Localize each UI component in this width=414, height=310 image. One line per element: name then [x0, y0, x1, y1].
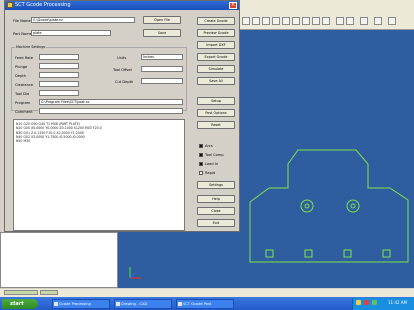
- right-button-2[interactable]: Import DXF: [197, 41, 235, 49]
- help-button[interactable]: Help: [197, 195, 235, 203]
- option-field-1[interactable]: [39, 63, 79, 69]
- check-rapid-label: Rapid: [205, 171, 216, 175]
- right-button-6[interactable]: Setup: [197, 97, 235, 105]
- check-arcs[interactable]: [199, 144, 203, 148]
- toolbar-extend-icon[interactable]: [346, 17, 354, 25]
- check-rapid[interactable]: [199, 171, 203, 175]
- taskbar-item-label: Gcode Processing: [59, 302, 91, 306]
- option-label-2: Depth: [15, 74, 26, 78]
- hole-left-center: [304, 203, 310, 209]
- check-lead-in-label: Lead In: [205, 162, 219, 166]
- app-icon: [178, 302, 182, 306]
- plate-outline: [249, 149, 409, 263]
- slot-4: [382, 249, 391, 258]
- app-icon: [54, 302, 58, 306]
- gcode-dialog: SCT Gcode Processing × File Name C:\Gcod…: [4, 0, 240, 232]
- tray-alert-icon[interactable]: [364, 300, 369, 305]
- option-field-3[interactable]: [39, 81, 79, 87]
- open-file-button[interactable]: Open File: [143, 16, 181, 24]
- right-button-4[interactable]: Simulate: [197, 65, 235, 73]
- check-tool-comp-label: Tool Comp: [205, 153, 224, 157]
- output-line: N50 M30: [16, 139, 31, 144]
- units-label: Units: [117, 56, 127, 60]
- file-name-label: File Name: [13, 19, 31, 23]
- comment-field[interactable]: [39, 108, 183, 114]
- file-name-field[interactable]: C:\Gcode\plate.nc: [31, 17, 135, 23]
- slot-1: [265, 249, 274, 258]
- program-field[interactable]: C:\Program Files\SCT\post.nc: [39, 99, 183, 105]
- hole-right-center: [350, 203, 356, 209]
- taskbar-item-label: SCT Gcode Post: [183, 302, 212, 306]
- cut-depth-label: Cut Depth: [115, 80, 134, 84]
- option-label-0: Feed Rate: [15, 56, 33, 60]
- slot-3: [343, 249, 352, 258]
- toolbar-line-icon[interactable]: [252, 17, 260, 25]
- axis-triad-icon: [126, 262, 146, 282]
- taskbar-item[interactable]: Drawing - CAD: [114, 299, 172, 309]
- taskbar-item[interactable]: SCT Gcode Post: [176, 299, 234, 309]
- status-cell: [4, 290, 38, 295]
- right-button-7[interactable]: Post Options: [197, 109, 235, 117]
- check-lead-in[interactable]: [199, 162, 203, 166]
- status-cell: [40, 290, 58, 295]
- cut-depth-field[interactable]: [141, 78, 183, 84]
- tray-shield-icon[interactable]: [356, 300, 361, 305]
- taskbar-item-label: Drawing - CAD: [121, 302, 148, 306]
- right-button-8[interactable]: Reset: [197, 121, 235, 129]
- toolbar-move-icon[interactable]: [292, 17, 300, 25]
- properties-panel: [0, 232, 118, 288]
- option-label-4: Tool Dia: [15, 92, 30, 96]
- hole-right: [346, 199, 360, 213]
- dialog-title: SCT Gcode Processing: [15, 2, 71, 8]
- gcode-output[interactable]: N10 G20 G90 G40 T1 M06 (PART PLATE) N20 …: [13, 119, 185, 231]
- units-select[interactable]: Inches: [141, 54, 183, 60]
- option-field-0[interactable]: [39, 54, 79, 60]
- toolbar-pan-icon[interactable]: [322, 17, 330, 25]
- comment-label: Comment: [15, 110, 33, 114]
- part-name-field[interactable]: plate: [31, 30, 111, 36]
- close-button[interactable]: Close: [197, 207, 235, 215]
- right-button-3[interactable]: Export Gcode: [197, 53, 235, 61]
- toolbar-snap-icon[interactable]: [374, 17, 382, 25]
- toolbar-layer-icon[interactable]: [360, 17, 368, 25]
- status-strip: [0, 289, 414, 297]
- toolbar-zoom-icon[interactable]: [312, 17, 320, 25]
- machine-settings-title: Machine Settings: [15, 45, 47, 49]
- save-button[interactable]: Save: [143, 29, 181, 37]
- toolbar-trim-icon[interactable]: [336, 17, 344, 25]
- program-label: Program: [15, 101, 31, 105]
- right-button-5[interactable]: Save All: [197, 77, 235, 85]
- option-label-3: Clearance: [15, 83, 34, 87]
- option-field-4[interactable]: [39, 90, 79, 96]
- check-arcs-label: Arcs: [205, 144, 213, 148]
- right-button-1[interactable]: Preview Gcode: [197, 29, 235, 37]
- right-button-0[interactable]: Create Gcode: [197, 17, 235, 25]
- toolbar-rect-icon[interactable]: [282, 17, 290, 25]
- tray-network-icon[interactable]: [372, 300, 377, 305]
- cad-toolbar: [236, 12, 414, 30]
- toolbar-grid-icon[interactable]: [388, 17, 396, 25]
- settings-button[interactable]: Settings: [197, 181, 235, 189]
- toolbar-select-icon[interactable]: [242, 17, 250, 25]
- dialog-titlebar[interactable]: SCT Gcode Processing ×: [5, 1, 239, 10]
- tool-offset-label: Tool Offset: [113, 68, 132, 72]
- hole-left: [300, 199, 314, 213]
- app-icon: [116, 302, 120, 306]
- tool-offset-field[interactable]: [141, 66, 183, 72]
- toolbar-arc-icon[interactable]: [262, 17, 270, 25]
- part-name-label: Part Name: [13, 32, 32, 36]
- taskbar-item[interactable]: Gcode Processing: [52, 299, 110, 309]
- clock: 11:42 AM: [388, 300, 407, 305]
- option-field-2[interactable]: [39, 72, 79, 78]
- window-icon: [7, 2, 13, 8]
- close-icon[interactable]: ×: [229, 2, 237, 9]
- toolbar-rotate-icon[interactable]: [302, 17, 310, 25]
- start-button[interactable]: start: [2, 299, 38, 309]
- option-label-1: Plunge: [15, 65, 28, 69]
- exit-button[interactable]: Exit: [197, 219, 235, 227]
- check-tool-comp[interactable]: [199, 153, 203, 157]
- cad-title-area: [236, 0, 414, 12]
- slot-2: [304, 249, 313, 258]
- toolbar-circle-icon[interactable]: [272, 17, 280, 25]
